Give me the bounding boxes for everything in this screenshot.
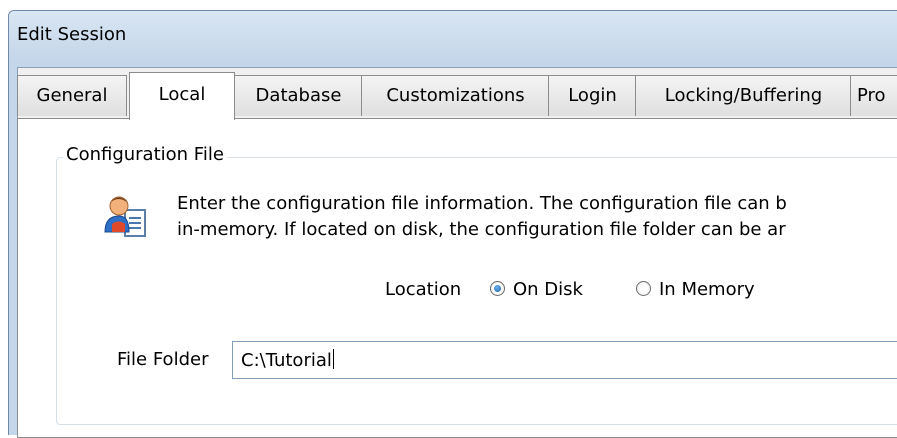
tab-login[interactable]: Login bbox=[548, 75, 637, 116]
tab-local[interactable]: Local bbox=[129, 72, 235, 120]
configuration-description: Enter the configuration file information… bbox=[177, 191, 787, 243]
window-title: Edit Session bbox=[17, 24, 127, 45]
location-label: Location bbox=[385, 279, 462, 300]
on-disk-label[interactable]: On Disk bbox=[513, 279, 583, 300]
configuration-file-group-label: Configuration File bbox=[63, 144, 227, 165]
tab-pro[interactable]: Pro bbox=[850, 75, 897, 116]
description-line-2: in-memory. If located on disk, the confi… bbox=[177, 219, 786, 240]
file-folder-text: C:\Tutorial bbox=[241, 350, 332, 371]
user-document-icon bbox=[103, 194, 155, 248]
tab-locking-buffering[interactable]: Locking/Buffering bbox=[635, 75, 852, 116]
tab-customizations[interactable]: Customizations bbox=[361, 75, 550, 116]
in-memory-label[interactable]: In Memory bbox=[659, 279, 755, 300]
text-caret bbox=[332, 349, 334, 369]
tab-database[interactable]: Database bbox=[234, 75, 363, 116]
on-disk-radio[interactable] bbox=[490, 281, 505, 296]
in-memory-radio[interactable] bbox=[636, 281, 651, 296]
tab-general[interactable]: General bbox=[17, 75, 127, 116]
title-bar[interactable]: Edit Session bbox=[9, 11, 897, 63]
tab-strip: General Local Database Customizations Lo… bbox=[17, 72, 897, 120]
file-folder-label: File Folder bbox=[117, 349, 209, 370]
file-folder-input[interactable]: C:\Tutorial bbox=[232, 341, 897, 379]
file-folder-value: C:\Tutorial bbox=[241, 349, 334, 371]
description-line-1: Enter the configuration file information… bbox=[177, 193, 787, 214]
